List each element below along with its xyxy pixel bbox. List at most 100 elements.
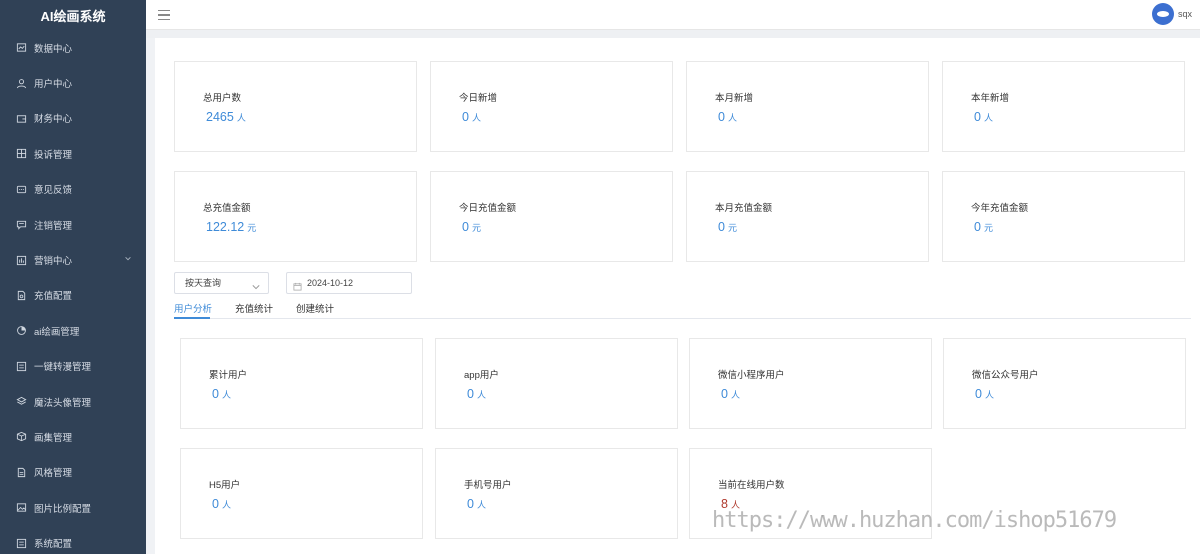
- stat-value-group: 0元: [462, 220, 481, 234]
- stat-label: 本年新增: [971, 93, 1010, 104]
- stat-card: 本月充值金额 0 元: [686, 171, 929, 262]
- tab-label: 创建统计: [296, 304, 335, 315]
- sidebar-item-label: 财务中心: [34, 114, 73, 126]
- stat-unit: 人: [983, 113, 993, 123]
- stat-value: 0: [462, 110, 469, 124]
- sidebar-item[interactable]: 风格管理: [0, 455, 146, 490]
- stat-value-group: 0人: [212, 387, 231, 401]
- top-header: sqx: [146, 0, 1200, 30]
- stat-unit: 人: [476, 500, 486, 510]
- stat-label: 今年充值金额: [971, 203, 1029, 214]
- stat-value-group: 0元: [718, 220, 737, 234]
- sidebar-item-label: 魔法头像管理: [34, 397, 92, 409]
- stat-unit: 人: [984, 390, 994, 400]
- sidebar-item-label: 投诉管理: [34, 149, 73, 161]
- chevron-down-icon: [252, 278, 260, 298]
- stat-card: 今年充值金额 0 元: [942, 171, 1185, 262]
- calendar-icon: [293, 278, 302, 298]
- stat-value-group: 0人: [718, 110, 737, 124]
- stat-unit: 人: [221, 390, 231, 400]
- main-content: 总用户数 2465 人今日新增 0 人本月新增 0 人本年新增 0 人 总充值金额 122.12 元…: [155, 38, 1200, 554]
- stat-unit: 元: [727, 223, 737, 233]
- stat-unit: 人: [236, 113, 246, 123]
- stat-label: app用户: [464, 370, 499, 381]
- stat-label: 手机号用户: [464, 480, 512, 491]
- sidebar-item-label: 营销中心: [34, 256, 73, 268]
- stat-label: 本月充值金额: [715, 203, 773, 214]
- stat-card: 今日新增 0 人: [430, 61, 673, 152]
- active-tab-indicator: [174, 317, 210, 319]
- sidebar-item-label: 画集管理: [34, 432, 73, 444]
- date-picker[interactable]: 2024-10-12: [286, 272, 412, 294]
- stat-value-group: 122.12 元: [206, 220, 256, 234]
- stat-unit: 人: [221, 500, 231, 510]
- tab-creation-stats[interactable]: 创建统计: [296, 301, 334, 315]
- stat-label: 微信公众号用户: [972, 370, 1039, 381]
- query-mode-select[interactable]: 按天查询: [174, 272, 269, 294]
- sidebar-item[interactable]: 画集管理: [0, 419, 146, 454]
- stat-label: H5用户: [209, 480, 241, 491]
- tab-label: 用户分析: [174, 304, 213, 315]
- stat-value: 0: [212, 387, 219, 401]
- analysis-tabs: 用户分析 充值统计 创建统计: [174, 296, 1191, 319]
- sidebar-item[interactable]: 图片比例配置: [0, 490, 146, 525]
- sidebar-item-label: 用户中心: [34, 79, 73, 91]
- app-logo-title: AI绘画系统: [40, 8, 106, 24]
- query-mode-value: 按天查询: [185, 278, 222, 288]
- sidebar-item[interactable]: 投诉管理: [0, 136, 146, 171]
- document-icon: [15, 466, 27, 478]
- stat-value: 0: [721, 387, 728, 401]
- sidebar-item[interactable]: ai绘画管理: [0, 313, 146, 348]
- stat-card: 微信小程序用户 0 人: [689, 338, 932, 429]
- stat-card: 本月新增 0 人: [686, 61, 929, 152]
- sidebar-item-label: 风格管理: [34, 468, 73, 480]
- stat-label: 当前在线用户数: [718, 480, 785, 491]
- sidebar-item[interactable]: 充值配置: [0, 278, 146, 313]
- sidebar-item[interactable]: 用户中心: [0, 65, 146, 100]
- header-divider-band: [146, 30, 1200, 38]
- chart-icon: [15, 254, 27, 266]
- username: sqx: [1177, 9, 1192, 19]
- sidebar-item[interactable]: 一键转漫管理: [0, 349, 146, 384]
- stat-value: 0: [212, 497, 219, 511]
- stat-value: 0: [718, 110, 725, 124]
- stat-card: 总用户数 2465 人: [174, 61, 417, 152]
- sidebar-item-label: 数据中心: [34, 43, 73, 55]
- stat-label: 本月新增: [715, 93, 754, 104]
- sidebar-menu: 数据中心用户中心财务中心投诉管理意见反馈 注销管理营销中心充值配置 ai绘画管理 一键…: [0, 30, 146, 554]
- sidebar-item[interactable]: 意见反馈: [0, 172, 146, 207]
- stat-label: 今日充值金额: [459, 203, 517, 214]
- stat-value-group: 0人: [721, 387, 740, 401]
- grid-icon: [15, 148, 27, 160]
- sidebar-item[interactable]: 财务中心: [0, 101, 146, 136]
- pie-icon: [15, 325, 27, 337]
- stat-unit: 元: [471, 223, 481, 233]
- watermark: https://www.huzhan.com/ishop51679: [712, 508, 1117, 533]
- chat-icon: [15, 219, 27, 231]
- sidebar-item[interactable]: 魔法头像管理: [0, 384, 146, 419]
- stat-value: 0: [462, 220, 469, 234]
- stat-unit: 人: [476, 390, 486, 400]
- stat-card: 总充值金额 122.12 元: [174, 171, 417, 262]
- stat-value-group: 0人: [462, 110, 481, 124]
- menu-toggle-icon[interactable]: [158, 8, 170, 22]
- message-icon: [15, 183, 27, 195]
- sidebar-item[interactable]: 系统配置: [0, 525, 146, 554]
- stat-unit: 人: [471, 113, 481, 123]
- tab-user-analysis[interactable]: 用户分析: [174, 301, 212, 315]
- avatar[interactable]: [1151, 3, 1174, 25]
- stat-unit: 人: [727, 113, 737, 123]
- sidebar-item-label: 系统配置: [34, 539, 73, 551]
- user-menu[interactable]: sqx: [1151, 3, 1192, 25]
- sidebar-item[interactable]: 营销中心: [0, 242, 146, 277]
- stat-value: 0: [974, 220, 981, 234]
- dashboard-icon: [15, 42, 27, 54]
- tab-recharge-stats[interactable]: 充值统计: [235, 301, 273, 315]
- stat-value: 0: [718, 220, 725, 234]
- sidebar-item[interactable]: 注销管理: [0, 207, 146, 242]
- file-icon: [15, 289, 27, 301]
- sidebar-item-label: 图片比例配置: [34, 503, 92, 515]
- sidebar-item[interactable]: 数据中心: [0, 30, 146, 65]
- stat-label: 总用户数: [203, 93, 242, 104]
- stat-value: 0: [975, 387, 982, 401]
